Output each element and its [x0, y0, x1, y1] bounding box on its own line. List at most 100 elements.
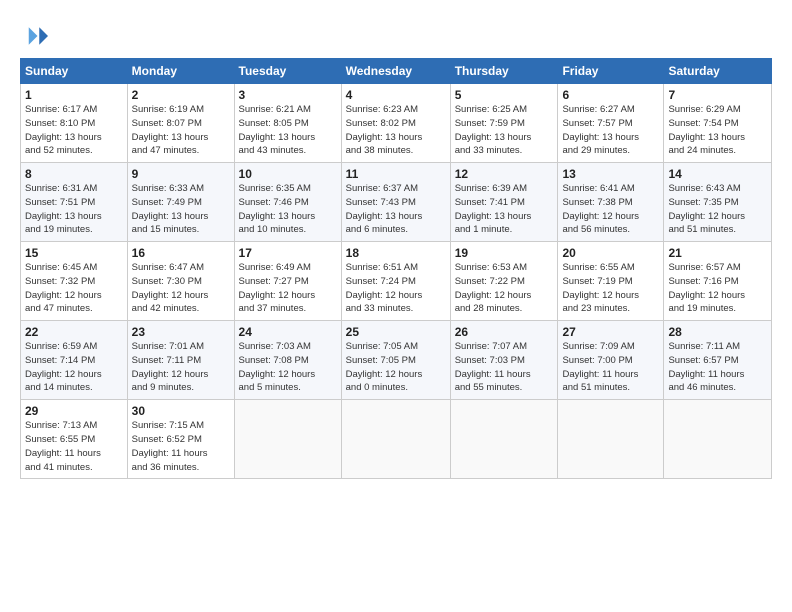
header-day-tuesday: Tuesday — [234, 59, 341, 84]
week-row-4: 22Sunrise: 6:59 AM Sunset: 7:14 PM Dayli… — [21, 321, 772, 400]
day-info: Sunrise: 6:33 AM Sunset: 7:49 PM Dayligh… — [132, 182, 230, 237]
day-number: 29 — [25, 404, 123, 418]
day-info: Sunrise: 7:01 AM Sunset: 7:11 PM Dayligh… — [132, 340, 230, 395]
day-number: 2 — [132, 88, 230, 102]
day-info: Sunrise: 7:05 AM Sunset: 7:05 PM Dayligh… — [346, 340, 446, 395]
header-day-saturday: Saturday — [664, 59, 772, 84]
calendar-cell: 15Sunrise: 6:45 AM Sunset: 7:32 PM Dayli… — [21, 242, 128, 321]
header-day-thursday: Thursday — [450, 59, 558, 84]
day-number: 17 — [239, 246, 337, 260]
calendar-cell: 11Sunrise: 6:37 AM Sunset: 7:43 PM Dayli… — [341, 163, 450, 242]
header-day-sunday: Sunday — [21, 59, 128, 84]
day-number: 4 — [346, 88, 446, 102]
day-number: 25 — [346, 325, 446, 339]
day-number: 19 — [455, 246, 554, 260]
day-number: 10 — [239, 167, 337, 181]
day-number: 3 — [239, 88, 337, 102]
day-info: Sunrise: 6:23 AM Sunset: 8:02 PM Dayligh… — [346, 103, 446, 158]
calendar-cell: 21Sunrise: 6:57 AM Sunset: 7:16 PM Dayli… — [664, 242, 772, 321]
day-info: Sunrise: 6:27 AM Sunset: 7:57 PM Dayligh… — [562, 103, 659, 158]
day-info: Sunrise: 6:45 AM Sunset: 7:32 PM Dayligh… — [25, 261, 123, 316]
calendar-cell: 9Sunrise: 6:33 AM Sunset: 7:49 PM Daylig… — [127, 163, 234, 242]
day-info: Sunrise: 6:51 AM Sunset: 7:24 PM Dayligh… — [346, 261, 446, 316]
day-info: Sunrise: 6:57 AM Sunset: 7:16 PM Dayligh… — [668, 261, 767, 316]
day-info: Sunrise: 6:41 AM Sunset: 7:38 PM Dayligh… — [562, 182, 659, 237]
calendar-cell: 20Sunrise: 6:55 AM Sunset: 7:19 PM Dayli… — [558, 242, 664, 321]
calendar-cell: 6Sunrise: 6:27 AM Sunset: 7:57 PM Daylig… — [558, 84, 664, 163]
calendar-cell: 26Sunrise: 7:07 AM Sunset: 7:03 PM Dayli… — [450, 321, 558, 400]
day-number: 1 — [25, 88, 123, 102]
calendar-cell: 3Sunrise: 6:21 AM Sunset: 8:05 PM Daylig… — [234, 84, 341, 163]
calendar-cell: 4Sunrise: 6:23 AM Sunset: 8:02 PM Daylig… — [341, 84, 450, 163]
calendar-body: 1Sunrise: 6:17 AM Sunset: 8:10 PM Daylig… — [21, 84, 772, 479]
calendar-cell: 14Sunrise: 6:43 AM Sunset: 7:35 PM Dayli… — [664, 163, 772, 242]
day-info: Sunrise: 6:29 AM Sunset: 7:54 PM Dayligh… — [668, 103, 767, 158]
day-number: 21 — [668, 246, 767, 260]
week-row-2: 8Sunrise: 6:31 AM Sunset: 7:51 PM Daylig… — [21, 163, 772, 242]
week-row-5: 29Sunrise: 7:13 AM Sunset: 6:55 PM Dayli… — [21, 400, 772, 479]
calendar-cell: 1Sunrise: 6:17 AM Sunset: 8:10 PM Daylig… — [21, 84, 128, 163]
calendar-cell: 12Sunrise: 6:39 AM Sunset: 7:41 PM Dayli… — [450, 163, 558, 242]
header-row: SundayMondayTuesdayWednesdayThursdayFrid… — [21, 59, 772, 84]
logo-icon — [20, 22, 48, 50]
day-number: 23 — [132, 325, 230, 339]
calendar-cell: 28Sunrise: 7:11 AM Sunset: 6:57 PM Dayli… — [664, 321, 772, 400]
calendar-cell: 29Sunrise: 7:13 AM Sunset: 6:55 PM Dayli… — [21, 400, 128, 479]
calendar-table: SundayMondayTuesdayWednesdayThursdayFrid… — [20, 58, 772, 479]
day-info: Sunrise: 6:35 AM Sunset: 7:46 PM Dayligh… — [239, 182, 337, 237]
day-info: Sunrise: 7:09 AM Sunset: 7:00 PM Dayligh… — [562, 340, 659, 395]
day-number: 9 — [132, 167, 230, 181]
day-info: Sunrise: 6:59 AM Sunset: 7:14 PM Dayligh… — [25, 340, 123, 395]
calendar-cell: 8Sunrise: 6:31 AM Sunset: 7:51 PM Daylig… — [21, 163, 128, 242]
day-info: Sunrise: 6:47 AM Sunset: 7:30 PM Dayligh… — [132, 261, 230, 316]
header-day-friday: Friday — [558, 59, 664, 84]
day-number: 28 — [668, 325, 767, 339]
calendar-cell: 10Sunrise: 6:35 AM Sunset: 7:46 PM Dayli… — [234, 163, 341, 242]
day-number: 12 — [455, 167, 554, 181]
day-number: 20 — [562, 246, 659, 260]
day-number: 18 — [346, 246, 446, 260]
page: SundayMondayTuesdayWednesdayThursdayFrid… — [0, 0, 792, 612]
week-row-1: 1Sunrise: 6:17 AM Sunset: 8:10 PM Daylig… — [21, 84, 772, 163]
calendar-cell: 13Sunrise: 6:41 AM Sunset: 7:38 PM Dayli… — [558, 163, 664, 242]
day-info: Sunrise: 6:43 AM Sunset: 7:35 PM Dayligh… — [668, 182, 767, 237]
day-info: Sunrise: 6:55 AM Sunset: 7:19 PM Dayligh… — [562, 261, 659, 316]
calendar-cell — [341, 400, 450, 479]
calendar-cell: 18Sunrise: 6:51 AM Sunset: 7:24 PM Dayli… — [341, 242, 450, 321]
day-number: 6 — [562, 88, 659, 102]
day-info: Sunrise: 6:37 AM Sunset: 7:43 PM Dayligh… — [346, 182, 446, 237]
day-number: 16 — [132, 246, 230, 260]
calendar-cell: 7Sunrise: 6:29 AM Sunset: 7:54 PM Daylig… — [664, 84, 772, 163]
logo — [20, 22, 52, 50]
day-number: 24 — [239, 325, 337, 339]
calendar-cell: 16Sunrise: 6:47 AM Sunset: 7:30 PM Dayli… — [127, 242, 234, 321]
day-info: Sunrise: 6:39 AM Sunset: 7:41 PM Dayligh… — [455, 182, 554, 237]
calendar-cell: 17Sunrise: 6:49 AM Sunset: 7:27 PM Dayli… — [234, 242, 341, 321]
day-number: 26 — [455, 325, 554, 339]
day-info: Sunrise: 7:11 AM Sunset: 6:57 PM Dayligh… — [668, 340, 767, 395]
calendar-cell: 30Sunrise: 7:15 AM Sunset: 6:52 PM Dayli… — [127, 400, 234, 479]
day-number: 30 — [132, 404, 230, 418]
day-number: 14 — [668, 167, 767, 181]
calendar-cell: 5Sunrise: 6:25 AM Sunset: 7:59 PM Daylig… — [450, 84, 558, 163]
calendar-cell — [664, 400, 772, 479]
calendar-cell: 23Sunrise: 7:01 AM Sunset: 7:11 PM Dayli… — [127, 321, 234, 400]
day-info: Sunrise: 7:03 AM Sunset: 7:08 PM Dayligh… — [239, 340, 337, 395]
calendar-cell: 19Sunrise: 6:53 AM Sunset: 7:22 PM Dayli… — [450, 242, 558, 321]
calendar-header: SundayMondayTuesdayWednesdayThursdayFrid… — [21, 59, 772, 84]
calendar-cell: 25Sunrise: 7:05 AM Sunset: 7:05 PM Dayli… — [341, 321, 450, 400]
day-number: 22 — [25, 325, 123, 339]
day-info: Sunrise: 6:19 AM Sunset: 8:07 PM Dayligh… — [132, 103, 230, 158]
calendar-cell: 27Sunrise: 7:09 AM Sunset: 7:00 PM Dayli… — [558, 321, 664, 400]
day-number: 15 — [25, 246, 123, 260]
week-row-3: 15Sunrise: 6:45 AM Sunset: 7:32 PM Dayli… — [21, 242, 772, 321]
day-info: Sunrise: 6:53 AM Sunset: 7:22 PM Dayligh… — [455, 261, 554, 316]
day-number: 5 — [455, 88, 554, 102]
day-info: Sunrise: 6:21 AM Sunset: 8:05 PM Dayligh… — [239, 103, 337, 158]
day-number: 13 — [562, 167, 659, 181]
day-info: Sunrise: 7:07 AM Sunset: 7:03 PM Dayligh… — [455, 340, 554, 395]
day-number: 7 — [668, 88, 767, 102]
day-number: 8 — [25, 167, 123, 181]
day-info: Sunrise: 6:31 AM Sunset: 7:51 PM Dayligh… — [25, 182, 123, 237]
calendar-cell: 22Sunrise: 6:59 AM Sunset: 7:14 PM Dayli… — [21, 321, 128, 400]
